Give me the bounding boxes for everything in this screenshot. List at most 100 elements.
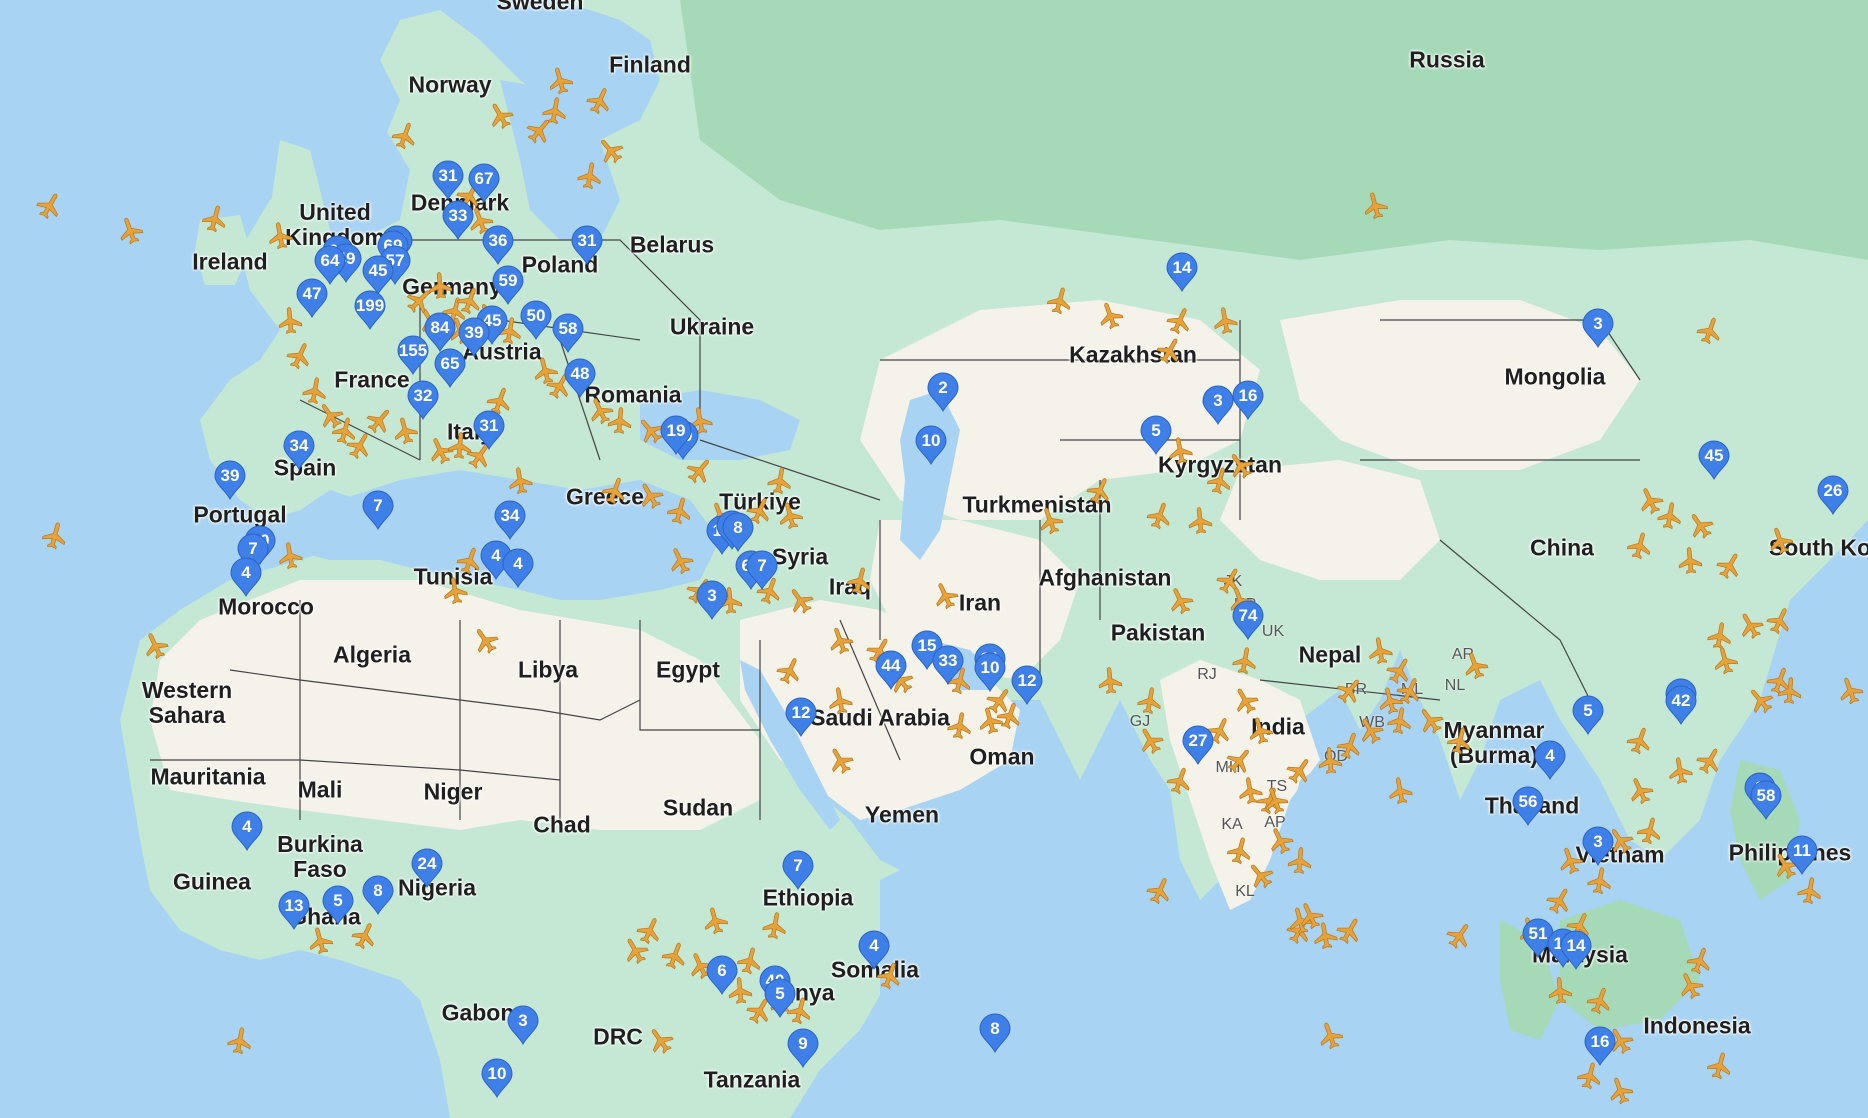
- cluster-pin-china-c[interactable]: 42: [1664, 685, 1698, 725]
- airplane-icon[interactable]: [438, 573, 473, 608]
- cluster-pin-gulf-e[interactable]: 10: [973, 652, 1007, 692]
- cluster-count: 10: [980, 658, 1000, 677]
- airplane-icon[interactable]: [1284, 844, 1317, 877]
- airplane-icon[interactable]: [1653, 498, 1688, 533]
- cluster-pin-israel-b[interactable]: 7: [745, 550, 779, 590]
- cluster-pin-ghana-c[interactable]: 8: [361, 875, 395, 915]
- cluster-pin-neth-d[interactable]: 45: [361, 255, 395, 295]
- cluster-count: 74: [1238, 606, 1258, 625]
- cluster-pin-mongolia-a[interactable]: 3: [1581, 308, 1615, 348]
- airplane-icon[interactable]: [263, 218, 298, 253]
- cluster-pin-thai-a[interactable]: 56: [1511, 786, 1545, 826]
- airplane-icon[interactable]: [503, 463, 538, 498]
- cluster-pin-gulf-a[interactable]: 44: [874, 650, 908, 690]
- cluster-pin-gabon-a[interactable]: 3: [506, 1005, 540, 1045]
- cluster-pin-sea-b[interactable]: 4: [1533, 740, 1567, 780]
- airplane-icon[interactable]: [273, 538, 308, 573]
- flight-map[interactable]: Russia Finland Norway Sweden Denmark Uni…: [0, 0, 1868, 1118]
- airplane-icon[interactable]: [1544, 974, 1577, 1007]
- cluster-pin-malay-c[interactable]: 14: [1559, 930, 1593, 970]
- cluster-pin-ghana-a[interactable]: 13: [277, 890, 311, 930]
- cluster-pin-med-a[interactable]: 7: [361, 490, 395, 530]
- cluster-pin-saudi-a[interactable]: 12: [784, 697, 818, 737]
- cluster-pin-india-b[interactable]: 27: [1181, 725, 1215, 765]
- cluster-pin-spain-a[interactable]: 34: [282, 430, 316, 470]
- cluster-pin-kenya-a[interactable]: 6: [705, 955, 739, 995]
- airplane-icon[interactable]: [823, 683, 858, 718]
- cluster-pin-angola-a[interactable]: 10: [480, 1058, 514, 1098]
- cluster-count: 155: [398, 341, 428, 360]
- cluster-pin-denmark-a[interactable]: 31: [431, 160, 465, 200]
- cluster-pin-gulf-c[interactable]: 33: [931, 645, 965, 685]
- cluster-pin-somalia-a[interactable]: 4: [857, 930, 891, 970]
- cluster-pin-gulf-f[interactable]: 12: [1010, 665, 1044, 705]
- cluster-count: 199: [355, 296, 385, 315]
- airplane-icon[interactable]: [223, 1023, 258, 1058]
- cluster-count: 6: [717, 961, 727, 980]
- cluster-pin-israel-c[interactable]: 3: [695, 580, 729, 620]
- cluster-pin-tunisia-a[interactable]: 34: [493, 500, 527, 540]
- cluster-pin-kyr-c[interactable]: 16: [1231, 380, 1265, 420]
- cluster-pin-romania-a[interactable]: 48: [563, 358, 597, 398]
- airplane-icon[interactable]: [1133, 683, 1168, 718]
- cluster-pin-kyr-a[interactable]: 5: [1139, 415, 1173, 455]
- cluster-pin-nigeria-a[interactable]: 24: [410, 848, 444, 888]
- cluster-pin-caspian-b[interactable]: 10: [914, 425, 948, 465]
- cluster-pin-ethiopia-a[interactable]: 7: [781, 850, 815, 890]
- airplane-icon[interactable]: [1184, 504, 1217, 537]
- cluster-pin-austria-c[interactable]: 58: [551, 313, 585, 353]
- cluster-pin-phil-b[interactable]: 58: [1749, 780, 1783, 820]
- airplane-icon[interactable]: [1094, 664, 1127, 697]
- cluster-pin-phil-c[interactable]: 11: [1785, 835, 1819, 875]
- airplane-icon[interactable]: [424, 269, 457, 302]
- cluster-pin-india-a[interactable]: 74: [1231, 600, 1265, 640]
- airplane-icon[interactable]: [573, 158, 608, 193]
- cluster-pin-caspian-a[interactable]: 2: [926, 372, 960, 412]
- cluster-pin-wafrica-a[interactable]: 4: [230, 811, 264, 851]
- airplane-icon[interactable]: [1208, 303, 1243, 338]
- cluster-pin-ghana-b[interactable]: 5: [321, 885, 355, 925]
- cluster-pin-cyprus-c[interactable]: 8: [721, 512, 755, 552]
- cluster-pin-portugal-a[interactable]: 39: [213, 460, 247, 500]
- airplane-icon[interactable]: [1383, 773, 1418, 808]
- cluster-pin-italy-a[interactable]: 31: [472, 410, 506, 450]
- cluster-pin-kenya-c[interactable]: 5: [763, 978, 797, 1018]
- cluster-count: 48: [570, 364, 590, 383]
- cluster-pin-kyr-b[interactable]: 3: [1201, 385, 1235, 425]
- cluster-pin-france-d[interactable]: 32: [406, 380, 440, 420]
- cluster-count: 39: [220, 466, 240, 485]
- cluster-pin-turkey-b[interactable]: 19: [659, 415, 693, 455]
- airplane-icon[interactable]: [1674, 544, 1707, 577]
- cluster-pin-indo-a[interactable]: 16: [1583, 1026, 1617, 1066]
- airplane-icon[interactable]: [943, 708, 978, 743]
- cluster-count: 8: [990, 1019, 1000, 1038]
- land-russia-forest: [680, 0, 1868, 260]
- cluster-pin-france-b[interactable]: 155: [396, 335, 430, 375]
- cluster-pin-china-a[interactable]: 45: [1697, 440, 1731, 480]
- cluster-pin-korea-a[interactable]: 26: [1816, 475, 1850, 515]
- cluster-pin-vietnam-a[interactable]: 3: [1581, 826, 1615, 866]
- cluster-pin-france-a[interactable]: 199: [353, 290, 387, 330]
- cluster-pin-morocco-c[interactable]: 4: [229, 557, 263, 597]
- airplane-icon[interactable]: [1774, 674, 1807, 707]
- cluster-pin-austria-a[interactable]: 50: [519, 300, 553, 340]
- cluster-count: 65: [440, 354, 460, 373]
- cluster-pin-sea-a[interactable]: 5: [1571, 695, 1605, 735]
- cluster-pin-germany-b[interactable]: 59: [491, 265, 525, 305]
- cluster-pin-poland-a[interactable]: 31: [570, 225, 604, 265]
- airplane-icon[interactable]: [1228, 643, 1263, 678]
- cluster-pin-uk-d[interactable]: 47: [295, 278, 329, 318]
- cluster-count: 33: [448, 206, 468, 225]
- cluster-pin-kaz-a[interactable]: 14: [1165, 252, 1199, 292]
- cluster-count: 12: [1017, 671, 1037, 690]
- cluster-pin-germany-a[interactable]: 36: [481, 225, 515, 265]
- cluster-pin-denmark-c[interactable]: 33: [441, 200, 475, 240]
- airplane-icon[interactable]: [1793, 873, 1828, 908]
- cluster-pin-tanz-a[interactable]: 9: [786, 1028, 820, 1068]
- airplane-icon[interactable]: [758, 908, 793, 943]
- cluster-pin-ocean-a[interactable]: 8: [978, 1013, 1012, 1053]
- airplane-icon[interactable]: [1663, 753, 1698, 788]
- airplane-icon[interactable]: [763, 463, 798, 498]
- cluster-pin-tunisia-c[interactable]: 4: [501, 548, 535, 588]
- cluster-pin-denmark-b[interactable]: 67: [467, 163, 501, 203]
